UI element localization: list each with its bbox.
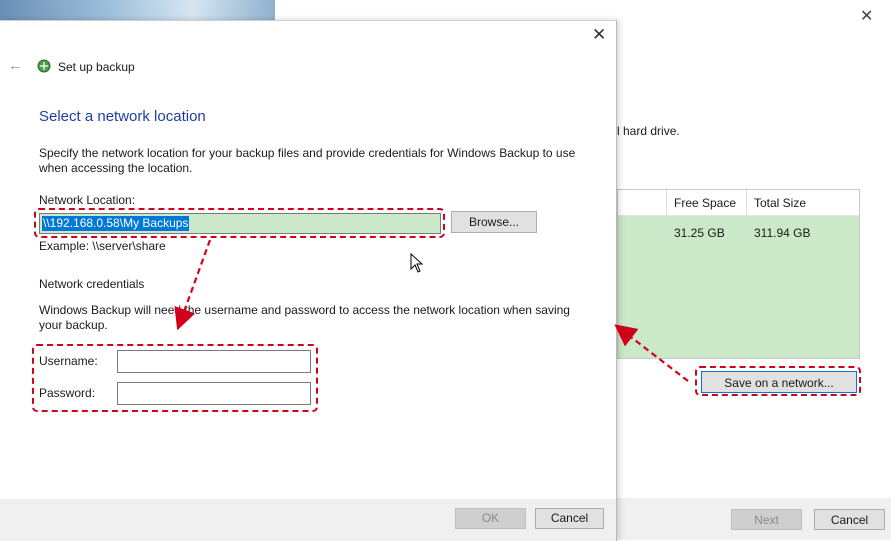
arrow-to-credentials [174, 239, 212, 331]
arrow-to-table [614, 324, 689, 382]
annotation-arrows [174, 239, 689, 382]
